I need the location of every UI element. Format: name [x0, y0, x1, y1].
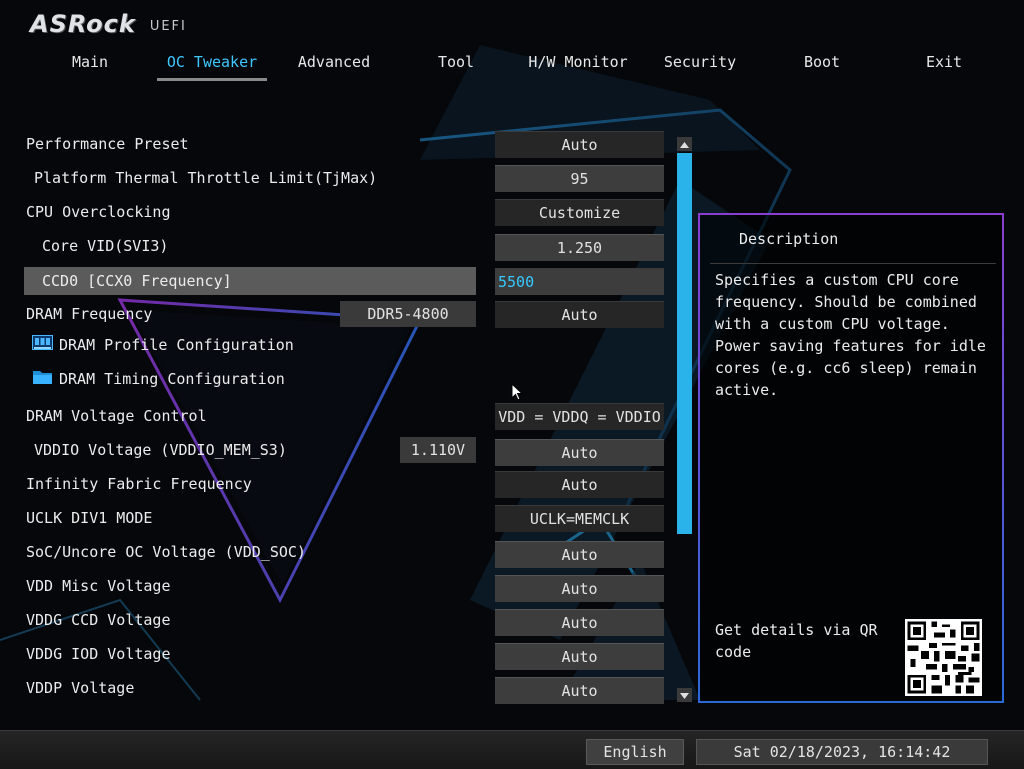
dram-timing-configuration[interactable]: DRAM Timing Configuration [32, 365, 285, 393]
folder-icon [32, 366, 53, 394]
dram-voltage-control-label[interactable]: DRAM Voltage Control [26, 402, 207, 430]
scroll-up-arrow-icon[interactable] [677, 137, 692, 151]
vddg-ccd-label[interactable]: VDDG CCD Voltage [26, 606, 171, 634]
footer-bar: English Sat 02/18/2023, 16:14:42 [0, 730, 1024, 769]
cpu-overclocking-label[interactable]: CPU Overclocking [26, 198, 171, 226]
tab-main[interactable]: Main [35, 50, 145, 78]
description-panel: Description Specifies a custom CPU core … [698, 213, 1004, 703]
date-time-display: Sat 02/18/2023, 16:14:42 [696, 739, 988, 765]
qr-caption: Get details via QR code [715, 621, 878, 661]
ccd0-frequency-input[interactable]: 5500 [495, 268, 664, 295]
vddio-voltage-value[interactable]: Auto [495, 439, 664, 466]
thermal-throttle-label[interactable]: Platform Thermal Throttle Limit(TjMax) [34, 164, 377, 192]
uefi-label: UEFI [149, 19, 187, 34]
dram-frequency-value[interactable]: Auto [495, 301, 664, 328]
tab-oc-tweaker[interactable]: OC Tweaker [157, 50, 267, 81]
brand-name: ASRock [30, 10, 136, 38]
tab-security[interactable]: Security [645, 50, 755, 78]
vddp-label[interactable]: VDDP Voltage [26, 674, 134, 702]
mouse-pointer-icon [511, 382, 524, 406]
soc-voltage-value[interactable]: Auto [495, 541, 664, 568]
dram-profile-label: DRAM Profile Configuration [59, 336, 294, 354]
tab-advanced[interactable]: Advanced [279, 50, 389, 78]
vddio-voltage-readout: 1.110V [400, 437, 476, 463]
description-text: Specifies a custom CPU core frequency. S… [715, 271, 986, 399]
asrock-logo: ASRock UEFI [30, 8, 187, 38]
core-vid-label[interactable]: Core VID(SVI3) [42, 232, 168, 260]
language-button[interactable]: English [586, 739, 684, 765]
tab-exit[interactable]: Exit [889, 50, 999, 78]
vdd-misc-label[interactable]: VDD Misc Voltage [26, 572, 171, 600]
tab-hw-monitor[interactable]: H/W Monitor [523, 50, 633, 78]
infinity-fabric-value[interactable]: Auto [495, 471, 664, 498]
performance-preset-value[interactable]: Auto [495, 131, 664, 158]
settings-scrollbar[interactable] [677, 137, 692, 704]
vddg-iod-value[interactable]: Auto [495, 643, 664, 670]
dram-profile-configuration[interactable]: DRAM Profile Configuration [32, 331, 294, 359]
vddio-voltage-label[interactable]: VDDIO Voltage (VDDIO_MEM_S3) [34, 436, 287, 464]
vddp-value[interactable]: Auto [495, 677, 664, 704]
memory-module-icon [32, 332, 53, 360]
description-divider [710, 263, 996, 264]
uclk-div1-value[interactable]: UCLK=MEMCLK [495, 505, 664, 532]
thermal-throttle-value[interactable]: 95 [495, 165, 664, 192]
scroll-down-arrow-icon[interactable] [677, 688, 692, 702]
infinity-fabric-label[interactable]: Infinity Fabric Frequency [26, 470, 252, 498]
dram-voltage-control-value[interactable]: VDD = VDDQ = VDDIO [495, 403, 664, 430]
core-vid-value[interactable]: 1.250 [495, 234, 664, 261]
dram-timing-label: DRAM Timing Configuration [59, 370, 285, 388]
description-title: Description [739, 230, 839, 248]
tab-tool[interactable]: Tool [401, 50, 511, 78]
qr-code-icon [905, 619, 982, 696]
cpu-overclocking-value[interactable]: Customize [495, 199, 664, 226]
scrollbar-thumb[interactable] [677, 153, 692, 534]
main-tabs: Main OC Tweaker Advanced Tool H/W Monito… [0, 50, 1024, 81]
dram-frequency-label[interactable]: DRAM Frequency [26, 300, 152, 328]
tab-boot[interactable]: Boot [767, 50, 877, 78]
soc-voltage-label[interactable]: SoC/Uncore OC Voltage (VDD_SOC) [26, 538, 306, 566]
vdd-misc-value[interactable]: Auto [495, 575, 664, 602]
performance-preset-label[interactable]: Performance Preset [26, 130, 189, 158]
ccd0-frequency-label[interactable]: CCD0 [CCX0 Frequency] [24, 267, 476, 295]
vddg-iod-label[interactable]: VDDG IOD Voltage [26, 640, 171, 668]
uclk-div1-label[interactable]: UCLK DIV1 MODE [26, 504, 152, 532]
vddg-ccd-value[interactable]: Auto [495, 609, 664, 636]
dram-frequency-readout: DDR5-4800 [340, 301, 476, 327]
